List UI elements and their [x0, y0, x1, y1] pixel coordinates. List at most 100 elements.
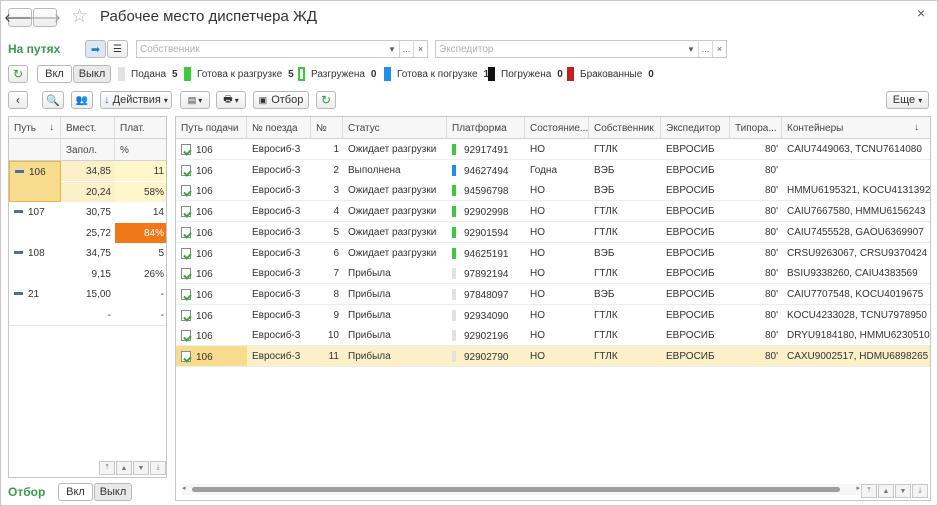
- table-row[interactable]: 106 Евросиб-3 5 Ожидает разгрузки 92901594 НО…: [176, 221, 930, 243]
- filter-button[interactable]: ▣ Отбор: [253, 91, 309, 109]
- cell-type: 80': [764, 351, 778, 362]
- forwarder-select-button[interactable]: ...: [698, 41, 712, 57]
- collapse-icon[interactable]: [15, 170, 24, 173]
- collapse-icon[interactable]: [14, 292, 23, 295]
- legend-item: Готова к разгрузке 5: [184, 67, 294, 81]
- left-track-cell[interactable]: 21: [9, 284, 61, 325]
- table-row[interactable]: 106 Евросиб-3 11 Прибыла 92902790 НО ГТЛК ЕВРОС…: [176, 346, 930, 367]
- scroll-bottom-icon[interactable]: ⤓: [912, 484, 928, 498]
- left-platforms-cell: 11: [115, 161, 166, 181]
- horizontal-scrollbar[interactable]: ◂ ▸: [182, 484, 860, 495]
- col-header-platforms[interactable]: Плат.: [115, 117, 166, 139]
- col-header[interactable]: Контейнеры: [782, 117, 930, 139]
- scroll-top-icon[interactable]: ⤒: [99, 461, 115, 475]
- print-menu-button[interactable]: 🖶 ▾: [216, 91, 246, 109]
- left-track-value: 106: [29, 167, 46, 178]
- left-track-value: 21: [28, 289, 40, 300]
- mode-arrow-button[interactable]: ➡: [85, 40, 106, 58]
- filter-icon: ▣: [258, 94, 268, 105]
- forward-nav-button[interactable]: 🡒: [29, 8, 61, 27]
- scrollbar-thumb[interactable]: [192, 487, 840, 492]
- collapse-icon[interactable]: [14, 210, 23, 213]
- col-header[interactable]: Состояние...: [525, 117, 589, 139]
- favorite-star-icon[interactable]: ☆: [71, 5, 88, 28]
- table-row[interactable]: 106 Евросиб-3 7 Прибыла 97892194 НО ГТЛК ЕВРОСИ…: [176, 263, 930, 285]
- col-header[interactable]: № поезда: [247, 117, 311, 139]
- refresh-icon: ↻: [12, 67, 24, 81]
- owner-clear-button[interactable]: ×: [413, 41, 427, 57]
- scroll-bottom-icon[interactable]: ⤓: [150, 461, 166, 475]
- cell-owner: ВЭБ: [594, 164, 615, 176]
- scroll-down-icon[interactable]: ▼: [133, 461, 149, 475]
- col-header[interactable]: Путь подачи: [176, 117, 247, 139]
- left-capacity-cell: 30,75: [61, 202, 115, 222]
- owner-placeholder: Собственник: [140, 44, 200, 55]
- cell-value: 106: [196, 352, 213, 363]
- left-track-cell[interactable]: 106: [9, 161, 61, 202]
- search-button[interactable]: 🔍: [42, 91, 64, 109]
- owner-dropdown-icon[interactable]: ▾: [385, 41, 399, 57]
- col-header[interactable]: Типора...: [730, 117, 782, 139]
- forwarder-field[interactable]: Экспедитор ▾ ... ×: [435, 40, 727, 58]
- col-header[interactable]: Статус: [343, 117, 447, 139]
- col-header[interactable]: Платформа: [447, 117, 525, 139]
- table-row[interactable]: 106 Евросиб-3 2 Выполнена 94627494 Годна ВЭБ ЕВ…: [176, 159, 930, 181]
- table-row[interactable]: 106 Евросиб-3 9 Прибыла 92934090 НО ГТЛК ЕВРОСИ…: [176, 304, 930, 326]
- legend-count: 0: [370, 68, 377, 80]
- legend-count: 5: [288, 68, 294, 80]
- cell-n: 8: [333, 288, 339, 300]
- cell-n: 4: [333, 206, 339, 218]
- close-window-icon[interactable]: ×: [917, 5, 925, 21]
- scroll-left-icon[interactable]: ◂: [182, 484, 186, 492]
- table-row[interactable]: 106 Евросиб-3 10 Прибыла 92902196 НО ГТЛК ЕВРОС…: [176, 325, 930, 347]
- cell-value: 94625191: [464, 248, 509, 260]
- cell-track: 106: [176, 160, 247, 180]
- scroll-up-icon[interactable]: ▲: [116, 461, 132, 475]
- forwarder-dropdown-icon[interactable]: ▾: [684, 41, 698, 57]
- collapse-icon[interactable]: [14, 251, 23, 254]
- scroll-top-icon[interactable]: ⤒: [861, 484, 877, 498]
- refresh-button[interactable]: ↻: [8, 65, 28, 83]
- table-row[interactable]: 106 Евросиб-3 1 Ожидает разгрузки 92917491 НО…: [176, 139, 930, 160]
- scroll-up-icon[interactable]: ▲: [878, 484, 894, 498]
- col-header-track[interactable]: Путь ↓: [9, 117, 61, 139]
- col-header[interactable]: Собственник: [589, 117, 661, 139]
- page-title: Рабочее место диспетчера ЖД: [100, 8, 317, 25]
- mode-list-button[interactable]: ☰: [107, 40, 128, 58]
- cell-track: 106: [176, 263, 247, 283]
- cell-platform: 92934090: [447, 305, 525, 325]
- col-header-percent[interactable]: %: [115, 139, 166, 161]
- forwarder-clear-button[interactable]: ×: [712, 41, 726, 57]
- sort-down-icon[interactable]: ↓: [914, 122, 919, 133]
- legend-off-button[interactable]: Выкл: [73, 65, 111, 83]
- status-swatch-icon: [118, 67, 125, 81]
- scroll-down-icon[interactable]: ▼: [895, 484, 911, 498]
- col-header[interactable]: №: [311, 117, 343, 139]
- legend-on-button[interactable]: Вкл: [37, 65, 72, 83]
- cell-state: НО: [530, 268, 545, 280]
- collapse-left-button[interactable]: ‹: [8, 91, 28, 109]
- col-header[interactable]: Экспедитор: [661, 117, 730, 139]
- report-menu-button[interactable]: ▤ ▾: [180, 91, 210, 109]
- more-menu-button[interactable]: Еще ▾: [886, 91, 929, 109]
- actions-menu-button[interactable]: ↓ Действия ▾: [100, 91, 172, 109]
- cell-n: 11: [328, 351, 339, 362]
- status-bar-icon: [452, 185, 456, 197]
- cell-containers: CAIU7449063, TCNU7614080: [787, 144, 922, 155]
- scroll-right-icon[interactable]: ▸: [856, 484, 860, 492]
- table-row[interactable]: 106 Евросиб-3 6 Ожидает разгрузки 94625191 НО…: [176, 242, 930, 264]
- bottom-on-button[interactable]: Вкл: [58, 483, 93, 501]
- table-row[interactable]: 106 Евросиб-3 3 Ожидает разгрузки 94596798 НО…: [176, 180, 930, 202]
- table-row[interactable]: 106 Евросиб-3 4 Ожидает разгрузки 92902998 НО…: [176, 201, 930, 223]
- owner-select-button[interactable]: ...: [399, 41, 413, 57]
- col-header-filled[interactable]: Запол.: [61, 139, 115, 161]
- group-button[interactable]: 👥: [71, 91, 93, 109]
- owner-field[interactable]: Собственник ▾ ... ×: [136, 40, 428, 58]
- left-track-cell[interactable]: 108: [9, 243, 61, 284]
- col-header-capacity[interactable]: Вмест.: [61, 117, 115, 139]
- refresh-table-button[interactable]: ↻: [316, 91, 336, 109]
- status-bar-icon: [452, 226, 456, 238]
- table-row[interactable]: 106 Евросиб-3 8 Прибыла 97848097 НО ВЭБ ЕВРОСИБ…: [176, 283, 930, 305]
- left-track-cell[interactable]: 107: [9, 202, 61, 243]
- bottom-off-button[interactable]: Выкл: [94, 483, 132, 501]
